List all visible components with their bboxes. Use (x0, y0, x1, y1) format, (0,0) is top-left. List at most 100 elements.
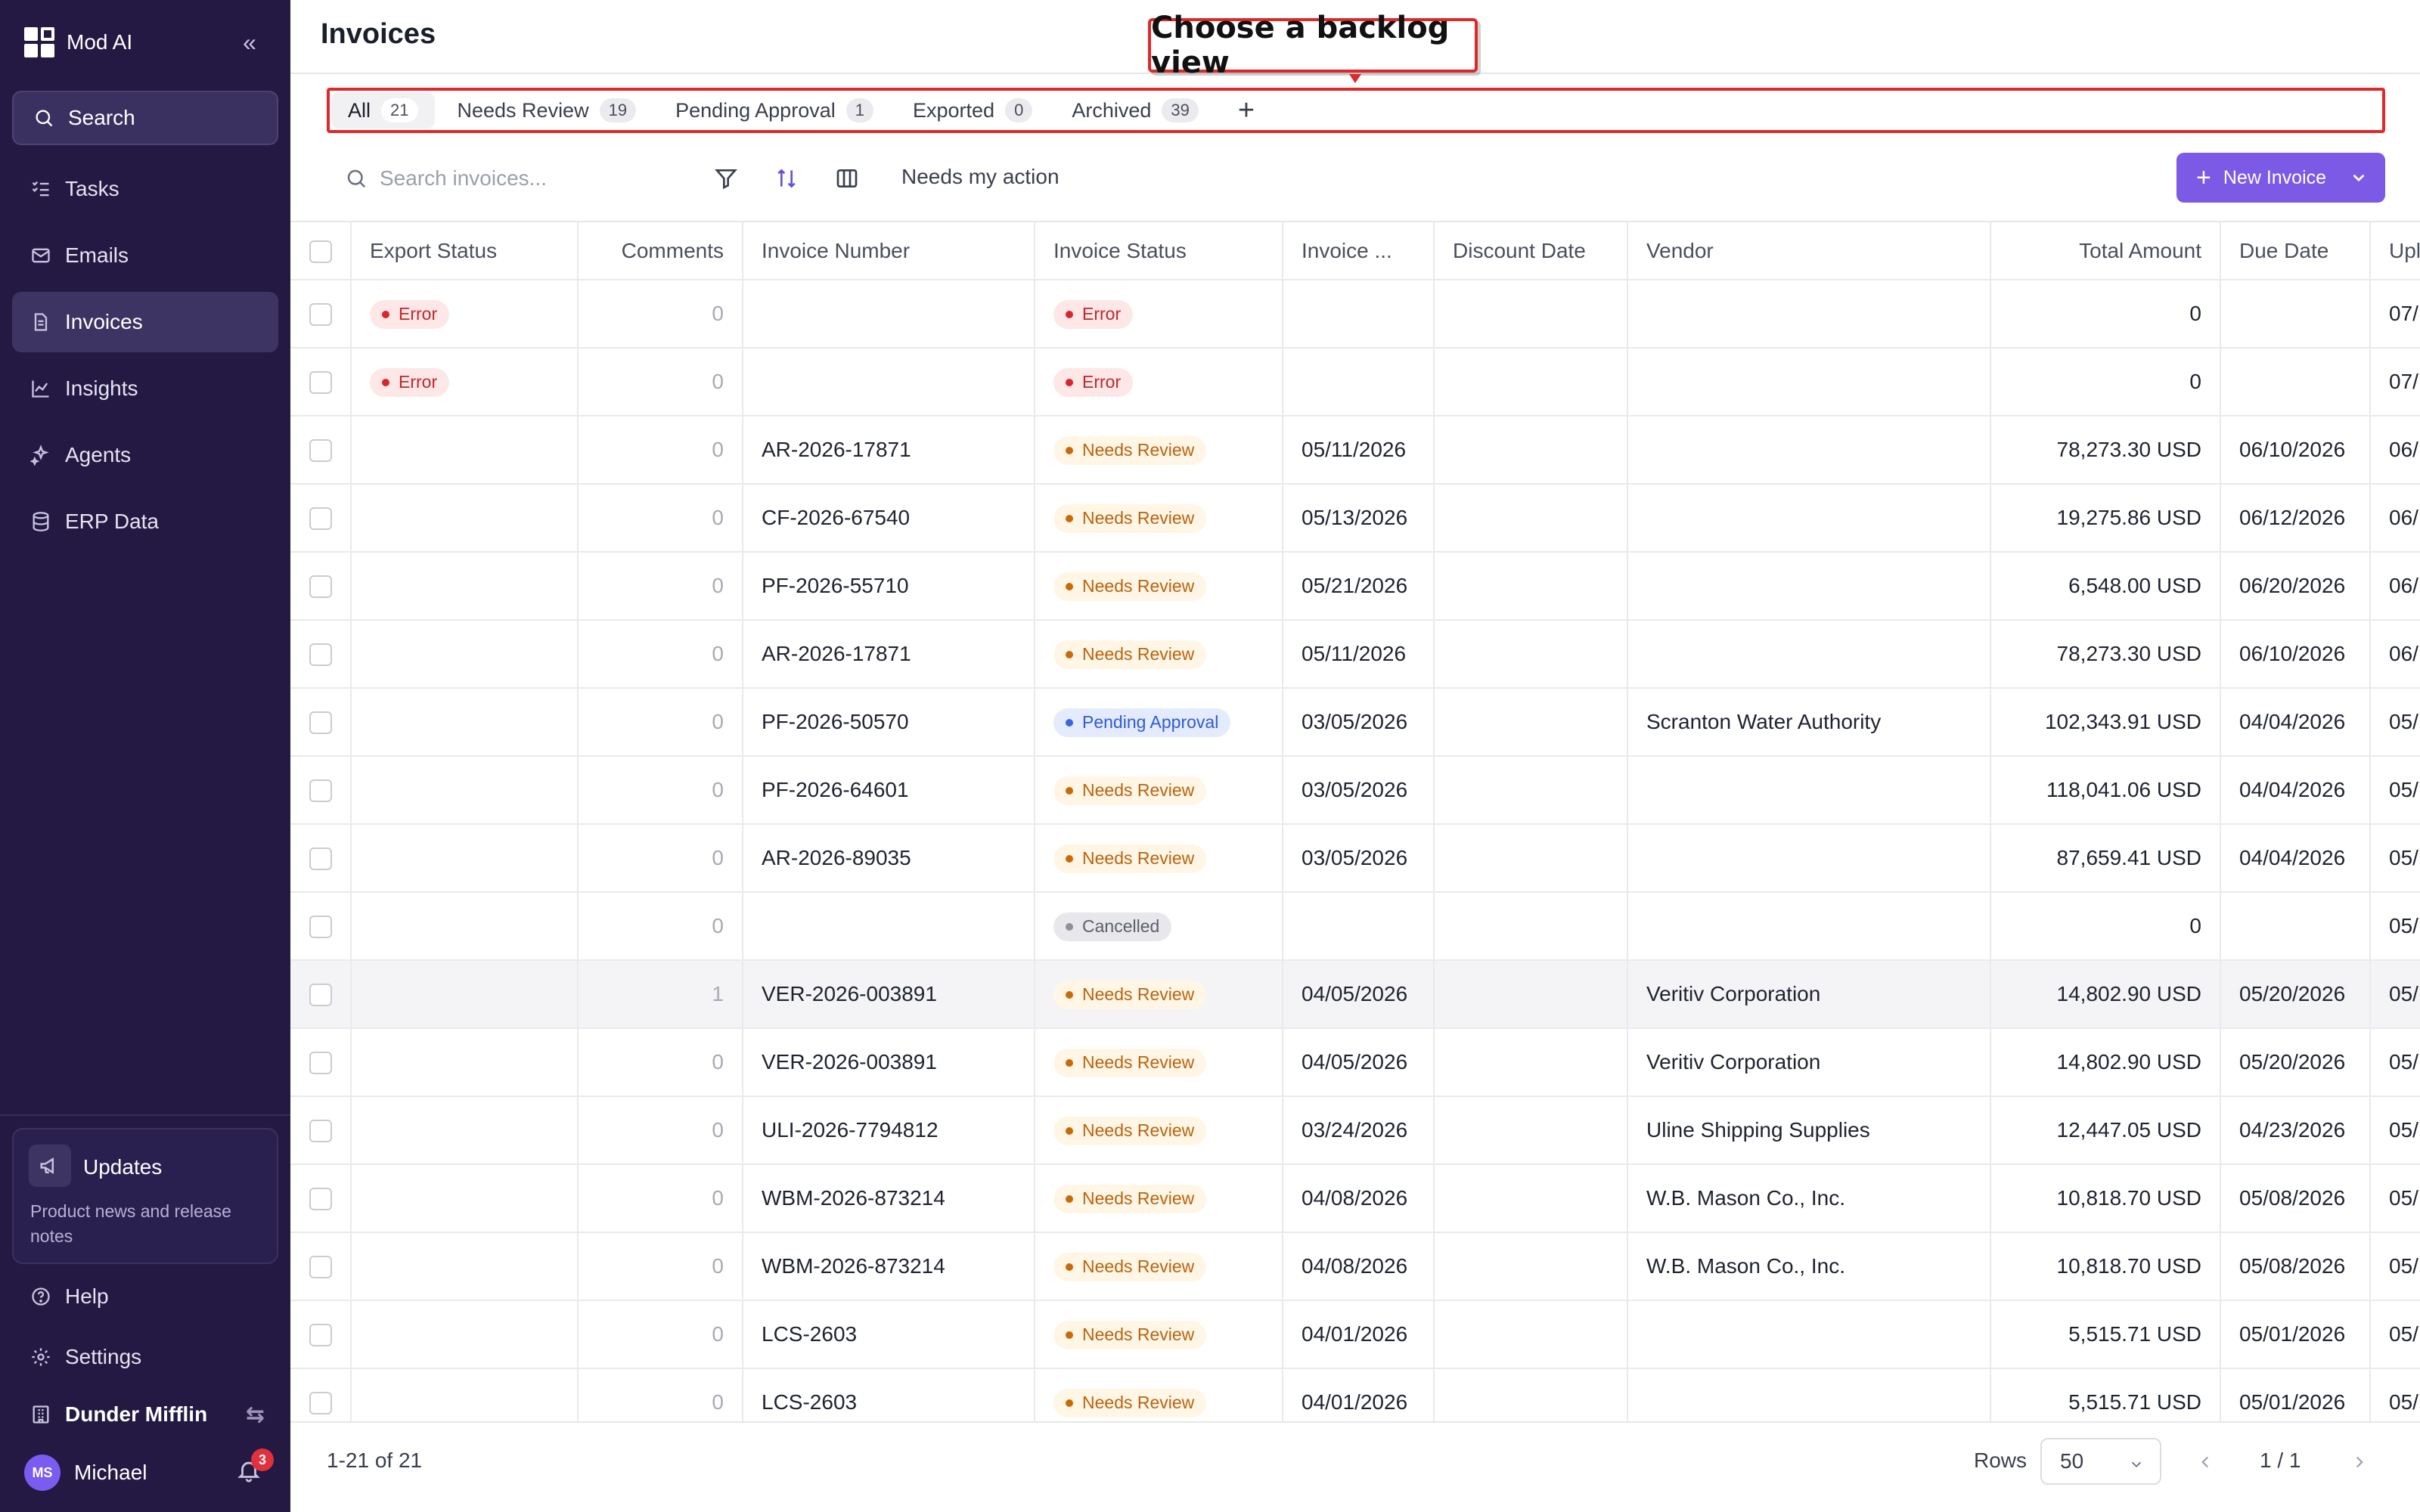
column-header[interactable]: Due Date (2220, 222, 2371, 280)
row-checkbox[interactable] (290, 688, 352, 757)
comments-cell: 0 (578, 892, 743, 961)
total-amount-cell: 5,515.71 USD (1990, 1368, 2221, 1421)
table-row[interactable]: 0 AR-2026-17871 Needs Review 05/11/2026 78,2… (290, 620, 2420, 689)
invoice-number-cell: PF-2026-50570 (743, 688, 1035, 757)
comments-cell: 0 (578, 1028, 743, 1097)
table-row[interactable]: 0 PF-2026-64601 Needs Review 03/05/2026 118,… (290, 756, 2420, 825)
table-row[interactable]: 0 LCS-2603 Needs Review 04/01/2026 5,515.71 … (290, 1300, 2420, 1369)
table-row[interactable]: 0 WBM-2026-873214 Needs Review 04/08/2026 W.… (290, 1164, 2420, 1233)
next-page-chevron-right-icon[interactable] (2346, 1448, 2373, 1476)
new-invoice-button[interactable]: + New Invoice (2176, 153, 2385, 203)
notifications-button[interactable]: 3 (236, 1448, 274, 1488)
row-checkbox[interactable] (290, 824, 352, 893)
collapse-sidebar-icon[interactable]: « (234, 27, 265, 57)
row-checkbox[interactable] (290, 1096, 352, 1165)
column-header[interactable]: Discount Date (1434, 222, 1628, 280)
invoice-date-cell: 03/24/2026 (1283, 1096, 1435, 1165)
table-row[interactable]: 0 PF-2026-55710 Needs Review 05/21/2026 6,54… (290, 552, 2420, 621)
upload-date-cell: 05/ (2370, 960, 2420, 1029)
tab-needs-review[interactable]: Needs Review 19 (441, 92, 653, 129)
sort-icon[interactable] (771, 163, 802, 194)
row-checkbox[interactable] (290, 280, 352, 349)
column-header[interactable]: Vendor (1627, 222, 1991, 280)
sidebar-nav: Tasks Emails Invoices Insights Agents ER… (12, 159, 278, 558)
column-header[interactable]: Invoice Status (1035, 222, 1283, 280)
settings-link[interactable]: Settings (30, 1338, 141, 1376)
row-checkbox[interactable] (290, 1368, 352, 1421)
row-checkbox[interactable] (290, 552, 352, 621)
table-row[interactable]: 0 VER-2026-003891 Needs Review 04/05/2026 Ve… (290, 1028, 2420, 1097)
table-row[interactable]: 1 VER-2026-003891 Needs Review 04/05/2026 Ve… (290, 960, 2420, 1029)
org-switcher[interactable]: Dunder Mifflin ⇆ (30, 1396, 265, 1433)
column-header[interactable]: Upl (2370, 222, 2420, 280)
table-row[interactable]: Error 0 Error 0 07/ (290, 348, 2420, 417)
help-link[interactable]: Help (30, 1278, 109, 1315)
table-row[interactable]: 0 WBM-2026-873214 Needs Review 04/08/2026 W.… (290, 1232, 2420, 1301)
sidebar-item-invoices[interactable]: Invoices (12, 292, 278, 352)
column-header[interactable]: Export Status (351, 222, 579, 280)
tab-exported[interactable]: Exported 0 (896, 92, 1049, 129)
previous-page-chevron-left-icon[interactable] (2192, 1448, 2219, 1476)
row-checkbox[interactable] (290, 1300, 352, 1369)
add-view-plus-icon[interactable]: + (1221, 94, 1271, 127)
due-date-cell: 05/08/2026 (2220, 1164, 2371, 1233)
brand[interactable]: Mod AI (24, 26, 132, 59)
row-checkbox[interactable] (290, 416, 352, 485)
status-badge: Needs Review (1053, 1320, 1207, 1349)
row-checkbox[interactable] (290, 892, 352, 961)
columns-icon[interactable] (832, 163, 862, 194)
sidebar-item-agents[interactable]: Agents (12, 425, 278, 485)
row-checkbox[interactable] (290, 620, 352, 689)
settings-label: Settings (65, 1345, 142, 1368)
row-checkbox[interactable] (290, 960, 352, 1029)
table-row[interactable]: 0 CF-2026-67540 Needs Review 05/13/2026 19,2… (290, 484, 2420, 553)
invoice-status-cell: Needs Review (1035, 620, 1283, 689)
column-header[interactable]: Invoice ... (1283, 222, 1435, 280)
sidebar-item-insights[interactable]: Insights (12, 358, 278, 419)
filter-icon[interactable] (711, 163, 741, 194)
rows-per-page-select[interactable]: 50 (2040, 1438, 2161, 1485)
tab-pending-approval[interactable]: Pending Approval 1 (659, 92, 890, 129)
column-header[interactable]: Comments (578, 222, 743, 280)
column-header[interactable]: Total Amount (1990, 222, 2221, 280)
row-checkbox[interactable] (290, 1028, 352, 1097)
user-menu[interactable]: MS Michael 3 (24, 1448, 274, 1492)
select-all-checkbox[interactable] (290, 222, 352, 280)
annotation-callout: Choose a backlog view (1148, 11, 1478, 80)
upload-date-cell: 05/ (2370, 688, 2420, 757)
invoice-number-cell (743, 348, 1035, 417)
invoice-date-cell (1283, 280, 1435, 349)
sidebar-item-label: Emails (65, 243, 129, 267)
table-row[interactable]: 0 PF-2026-50570 Pending Approval 03/05/2026… (290, 688, 2420, 757)
row-checkbox[interactable] (290, 348, 352, 417)
updates-card[interactable]: Updates Product news and release notes (12, 1128, 278, 1264)
table-row[interactable]: 0 LCS-2603 Needs Review 04/01/2026 5,515.71 … (290, 1368, 2420, 1421)
column-header[interactable]: Invoice Number (743, 222, 1035, 280)
row-checkbox[interactable] (290, 1164, 352, 1233)
tab-archived[interactable]: Archived 39 (1055, 92, 1215, 129)
table-row[interactable]: Error 0 Error 0 07/ (290, 280, 2420, 349)
table-row[interactable]: 0 Cancelled 0 05/ (290, 892, 2420, 961)
table-row[interactable]: 0 AR-2026-17871 Needs Review 05/11/2026 78,2… (290, 416, 2420, 485)
table-row[interactable]: 0 ULI-2026-7794812 Needs Review 03/24/2026 U… (290, 1096, 2420, 1165)
sidebar-search-button[interactable]: Search (12, 91, 278, 145)
tab-all[interactable]: All 21 (331, 92, 435, 129)
discount-date-cell (1434, 1300, 1628, 1369)
status-badge: Needs Review (1053, 776, 1207, 805)
row-checkbox[interactable] (290, 756, 352, 825)
invoice-search-input[interactable]: Search invoices... (345, 160, 647, 197)
sidebar-item-erp-data[interactable]: ERP Data (12, 491, 278, 552)
due-date-cell: 04/04/2026 (2220, 688, 2371, 757)
upload-date-cell: 05/ (2370, 892, 2420, 961)
status-badge-label: Needs Review (1082, 984, 1195, 1004)
switch-org-icon[interactable]: ⇆ (246, 1402, 265, 1428)
total-amount-cell: 87,659.41 USD (1990, 824, 2221, 893)
needs-my-action-filter[interactable]: Needs my action (901, 165, 1060, 189)
chevron-down-icon[interactable] (2349, 168, 2369, 187)
export-status-cell (351, 1300, 579, 1369)
table-row[interactable]: 0 AR-2026-89035 Needs Review 03/05/2026 87,6… (290, 824, 2420, 893)
row-checkbox[interactable] (290, 1232, 352, 1301)
row-checkbox[interactable] (290, 484, 352, 553)
sidebar-item-emails[interactable]: Emails (12, 225, 278, 286)
sidebar-item-tasks[interactable]: Tasks (12, 159, 278, 219)
